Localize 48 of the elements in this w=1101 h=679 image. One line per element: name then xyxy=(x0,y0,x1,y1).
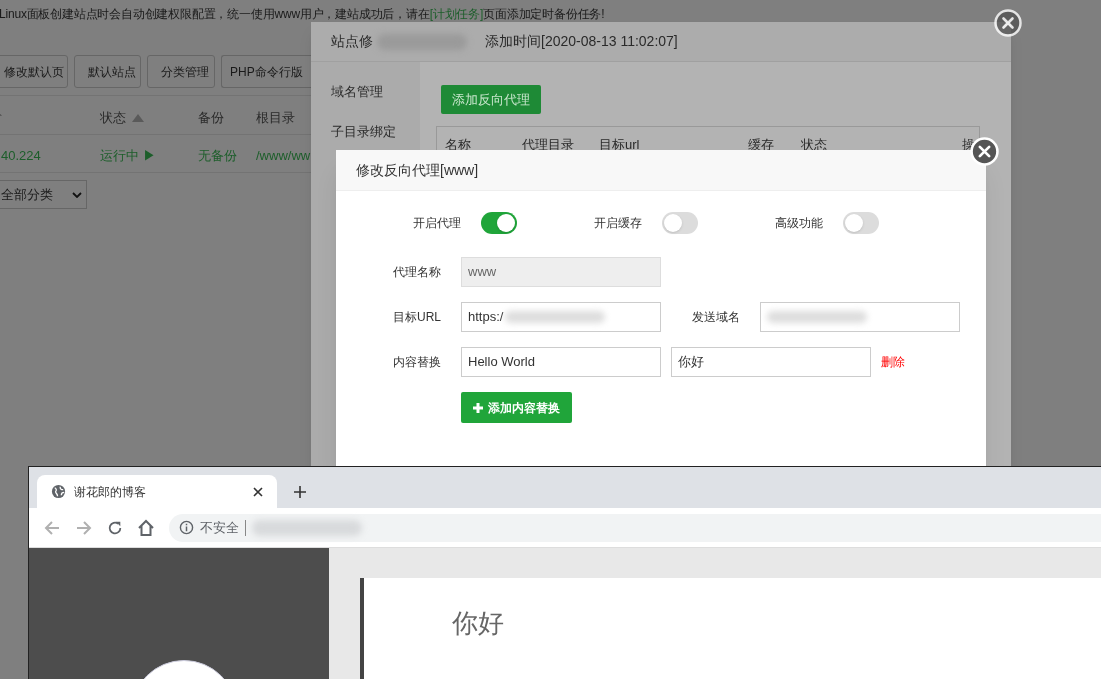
modal-title: 修改反向代理[www] xyxy=(336,150,986,191)
table-cell-text: /www/ww xyxy=(256,147,311,165)
security-label: 不安全 xyxy=(200,518,239,537)
toggle-switch[interactable] xyxy=(843,212,879,234)
added-time: 添加时间[2020-08-13 11:02:07] xyxy=(485,32,678,51)
toggle-switch[interactable] xyxy=(662,212,698,234)
table-cell-text: 运行中 ▶ xyxy=(100,147,156,165)
column-header: 状态 xyxy=(100,109,126,127)
plus-icon xyxy=(473,402,483,413)
input-field[interactable]: Hello World xyxy=(461,347,661,377)
sidebar-item[interactable]: 子目录绑定 xyxy=(311,112,420,152)
input-field: www xyxy=(461,257,661,287)
field-label: 目标URL xyxy=(392,309,441,326)
field-label: 发送域名 xyxy=(691,309,740,326)
sidebar-item[interactable]: 域名管理 xyxy=(311,72,420,112)
close-icon[interactable] xyxy=(253,486,263,497)
add-replace-button[interactable]: 添加内容替换 xyxy=(461,392,572,423)
toolbar-button[interactable]: 默认站点 xyxy=(74,55,141,88)
field-label: 内容替换 xyxy=(392,354,441,371)
category-select[interactable]: 全部分类 xyxy=(0,180,87,209)
switch-label: 开启代理 xyxy=(412,215,461,232)
post-title: 你好 xyxy=(452,610,504,636)
switch-label: 开启缓存 xyxy=(593,215,642,232)
home-icon[interactable] xyxy=(137,518,155,537)
tab-title: 谢花郎的博客 xyxy=(74,483,146,501)
table-cell-text: 40.224 xyxy=(1,147,41,165)
toolbar-button[interactable]: 分类管理 xyxy=(147,55,215,88)
column-header: 根目录 xyxy=(256,109,295,127)
input-field[interactable]: 你好 xyxy=(671,347,871,377)
globe-icon xyxy=(51,484,66,499)
chevron-down-icon xyxy=(72,191,82,198)
modal-title: 站点修 xyxy=(331,32,373,51)
switch-label: 高级功能 xyxy=(774,215,823,232)
delete-link[interactable]: 删除 xyxy=(881,353,905,371)
info-icon[interactable] xyxy=(179,520,194,535)
toggle-switch[interactable] xyxy=(481,212,517,234)
column-header: 备份 xyxy=(198,109,224,127)
input-field[interactable] xyxy=(760,302,960,332)
browser-tab[interactable]: 谢花郎的博客 xyxy=(37,475,277,508)
add-proxy-button[interactable]: 添加反向代理 xyxy=(441,85,541,114)
reload-icon[interactable] xyxy=(107,519,123,536)
table-cell-text: 无备份 xyxy=(198,147,237,165)
input-field[interactable]: https:/ xyxy=(461,302,661,332)
notice-text: Linux面板创建站点时会自动创建权限配置，统一使用www用户，建站成功后，请在[计划任务]页面添加定时备份任务! xyxy=(0,8,605,21)
field-label: 代理名称 xyxy=(392,264,441,281)
address-bar[interactable]: 不安全 xyxy=(169,513,1101,542)
toolbar-button[interactable]: 修改默认页 xyxy=(0,55,68,88)
new-tab-icon[interactable] xyxy=(294,486,306,498)
